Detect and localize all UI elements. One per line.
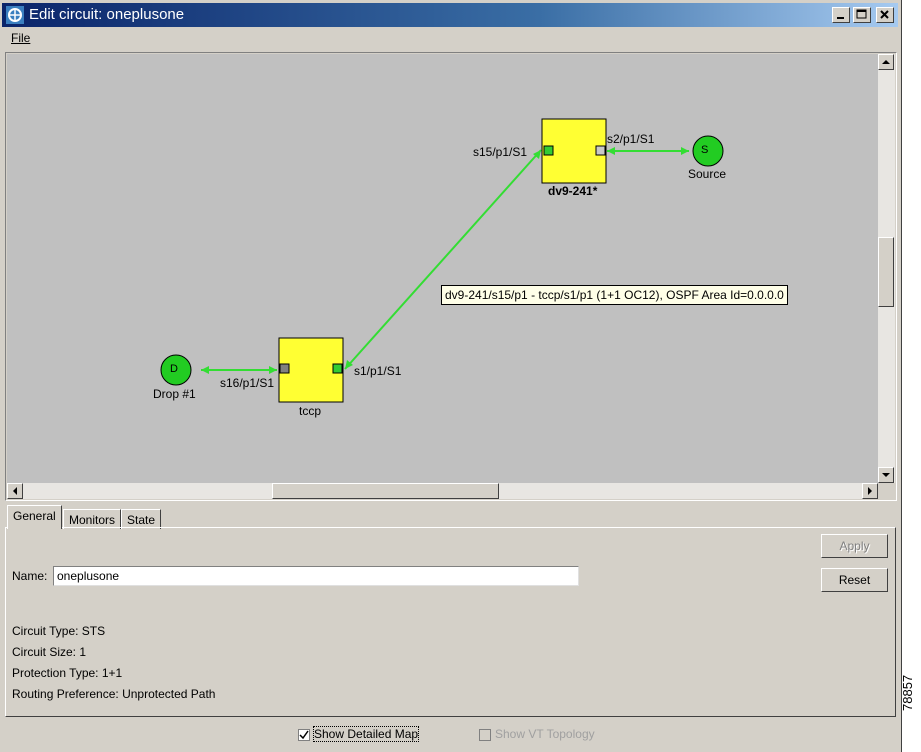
drop-glyph: D	[170, 363, 178, 375]
circuit-map-canvas[interactable]: S Source D Drop #1 s15/p1/S1 s2/p1/S1 dv…	[7, 54, 878, 483]
circuit-map	[160, 118, 724, 403]
scroll-down-button[interactable]	[878, 467, 894, 483]
map-horizontal-scrollbar[interactable]	[7, 483, 878, 499]
circuit-type-text: Circuit Type: STS	[12, 624, 106, 638]
port-s15[interactable]	[543, 145, 554, 156]
tccp-node-label: tccp	[299, 404, 322, 418]
window-title: Edit circuit: oneplusone	[29, 6, 185, 23]
title-bar: Edit circuit: oneplusone	[2, 3, 898, 27]
scroll-up-button[interactable]	[878, 54, 894, 70]
node-tccp[interactable]	[278, 337, 344, 403]
reset-button[interactable]: Reset	[821, 568, 888, 592]
tab-bar: General Monitors State	[5, 505, 895, 529]
source-label: Source	[688, 167, 727, 181]
app-icon	[6, 6, 24, 24]
minimize-icon	[837, 17, 844, 19]
circuit-size-text: Circuit Size: 1	[12, 645, 87, 659]
show-detailed-map-checkbox[interactable]	[298, 729, 310, 741]
tab-monitors[interactable]: Monitors	[63, 509, 122, 529]
dv9-right-port-label: s2/p1/S1	[607, 132, 655, 146]
link-tooltip: dv9-241/s15/p1 - tccp/s1/p1 (1+1 OC12), …	[441, 285, 788, 305]
port-s2[interactable]	[595, 145, 606, 156]
dv9-left-port-label: s15/p1/S1	[473, 145, 528, 159]
apply-button[interactable]: Apply	[821, 534, 888, 558]
horizontal-scroll-thumb[interactable]	[272, 483, 499, 499]
dv9-node-label: dv9-241*	[548, 184, 598, 198]
close-button[interactable]	[876, 7, 894, 23]
arrow-right-icon	[868, 487, 872, 495]
footer-bar: Show Detailed Map Show VT Topology	[2, 720, 898, 750]
maximize-button[interactable]	[853, 7, 871, 23]
arrow-up-icon	[882, 60, 890, 64]
name-field[interactable]: oneplusone	[53, 566, 579, 586]
link-tccp-drop[interactable]	[201, 366, 277, 374]
link-dv9-tccp[interactable]	[344, 149, 542, 370]
menu-file[interactable]: File	[11, 31, 30, 45]
maximize-icon	[856, 9, 867, 19]
tab-state[interactable]: State	[121, 509, 162, 529]
protection-type-text: Protection Type: 1+1	[12, 666, 123, 680]
show-vt-topology-label: Show VT Topology	[495, 727, 595, 741]
routing-preference-text: Routing Preference: Unprotected Path	[12, 687, 216, 701]
tccp-right-port-label: s1/p1/S1	[354, 364, 402, 378]
node-dv9-241[interactable]	[541, 118, 607, 184]
show-detailed-map-label[interactable]: Show Detailed Map	[312, 726, 420, 742]
drop-label: Drop #1	[153, 387, 196, 401]
edit-circuit-window: Edit circuit: oneplusone File S Source D…	[0, 0, 902, 752]
minimize-button[interactable]	[832, 7, 850, 23]
arrow-down-icon	[882, 473, 890, 477]
scroll-left-button[interactable]	[7, 483, 23, 499]
link-dv9-source[interactable]	[607, 147, 689, 155]
menu-bar: File	[2, 29, 898, 49]
tab-general[interactable]: General	[7, 505, 62, 529]
figure-code: 78857	[900, 674, 915, 711]
close-icon	[880, 10, 889, 19]
tccp-left-port-label: s16/p1/S1	[220, 376, 275, 390]
name-label: Name:	[12, 569, 48, 583]
port-s1[interactable]	[332, 363, 343, 374]
source-glyph: S	[701, 144, 709, 156]
show-vt-topology-checkbox[interactable]	[479, 729, 491, 741]
port-s16[interactable]	[279, 363, 290, 374]
vertical-scroll-thumb[interactable]	[878, 237, 894, 307]
checkmark-icon	[299, 730, 309, 740]
map-vertical-scrollbar[interactable]	[878, 54, 895, 483]
arrow-left-icon	[13, 487, 17, 495]
scroll-right-button[interactable]	[862, 483, 878, 499]
